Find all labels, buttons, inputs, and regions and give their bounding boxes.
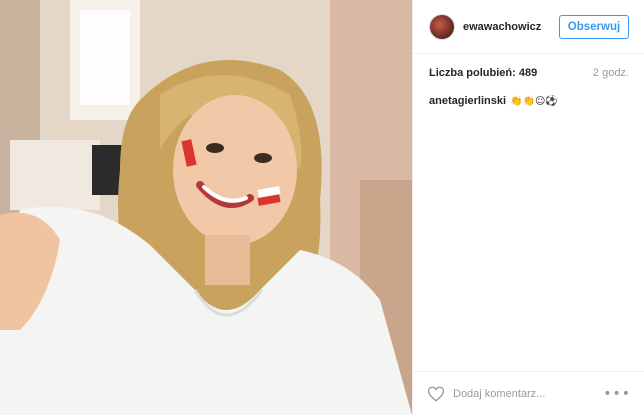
avatar[interactable] <box>429 13 455 40</box>
more-dots-icon[interactable]: ••• <box>603 386 631 402</box>
heart-outline-icon[interactable] <box>427 385 445 403</box>
post-time[interactable]: 2 godz. <box>593 67 629 79</box>
post-header: ewawachowicz Obserwuj <box>413 0 644 54</box>
likes-count[interactable]: Liczba polubień: 489 <box>429 67 537 79</box>
comment-bar: ••• <box>413 371 644 415</box>
likes-row: Liczba polubień: 489 2 godz. <box>429 67 629 79</box>
comment-text: 👏👏☺⚽ <box>510 95 558 107</box>
comment-item: anetagierlinski 👏👏☺⚽ <box>429 95 629 107</box>
username-link[interactable]: ewawachowicz <box>463 21 559 33</box>
follow-button[interactable]: Obserwuj <box>559 14 629 39</box>
comment-input[interactable] <box>453 387 604 400</box>
post-sidebar: ewawachowicz Obserwuj Liczba polubień: 4… <box>412 0 644 415</box>
post-photo[interactable] <box>0 0 412 415</box>
comment-username[interactable]: anetagierlinski <box>429 95 506 107</box>
photo-illustration <box>0 0 412 415</box>
instagram-post: ewawachowicz Obserwuj Liczba polubień: 4… <box>0 0 644 415</box>
